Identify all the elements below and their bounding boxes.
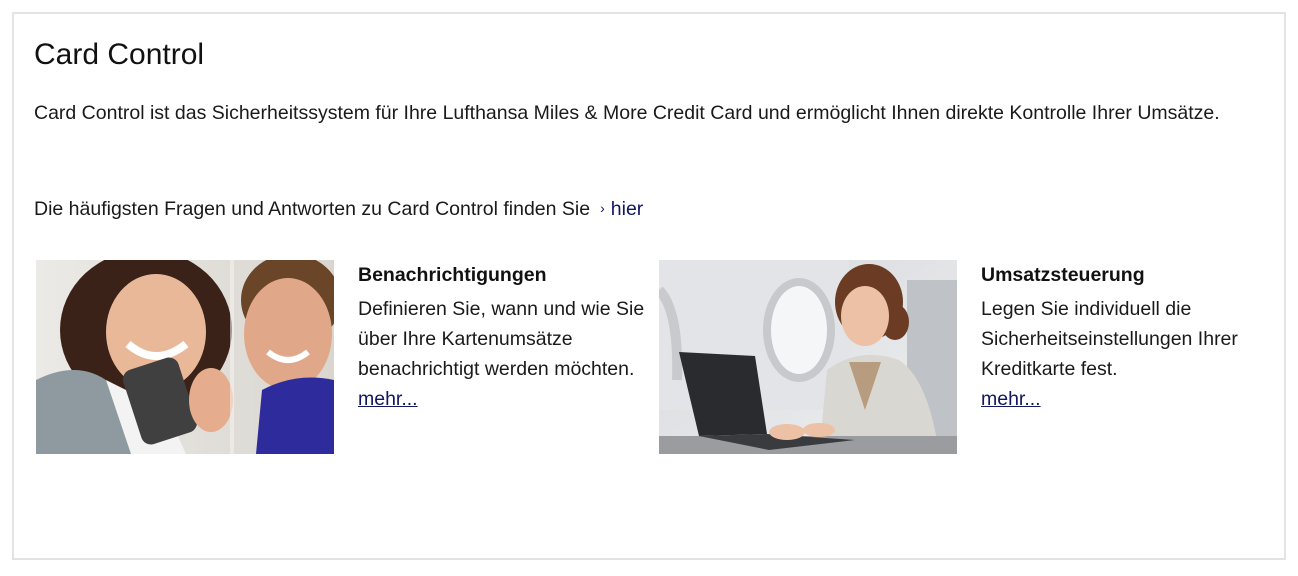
woman-laptop-plane-image — [659, 260, 957, 454]
faq-link[interactable]: hier — [611, 198, 644, 220]
feature-title: Benachrichtigungen — [358, 264, 547, 286]
couple-smartphone-image — [36, 260, 334, 454]
faq-line: Die häufigsten Fragen und Antworten zu C… — [34, 194, 643, 225]
card-control-panel: Card Control Card Control ist das Sicher… — [12, 12, 1286, 560]
feature-text: Legen Sie individuell die Sicherheitsein… — [981, 298, 1238, 380]
feature-text: Definieren Sie, wann und wie Sie über Ih… — [358, 298, 645, 380]
chevron-right-icon: › — [600, 200, 605, 216]
more-link-notifications[interactable]: mehr... — [358, 388, 418, 410]
faq-text: Die häufigsten Fragen und Antworten zu C… — [34, 198, 591, 220]
feature-transaction-control: Umsatzsteuerung Legen Sie individuell di… — [981, 260, 1281, 414]
feature-notifications: Benachrichtigungen Definieren Sie, wann … — [358, 260, 658, 414]
feature-text-block: Definieren Sie, wann und wie Sie über Ih… — [358, 294, 658, 414]
feature-title: Umsatzsteuerung — [981, 264, 1145, 286]
feature-text-block: Legen Sie individuell die Sicherheitsein… — [981, 294, 1281, 414]
intro-text: Card Control ist das Sicherheitssystem f… — [34, 102, 1220, 124]
page-title: Card Control — [34, 38, 205, 71]
more-link-transaction-control[interactable]: mehr... — [981, 388, 1041, 410]
